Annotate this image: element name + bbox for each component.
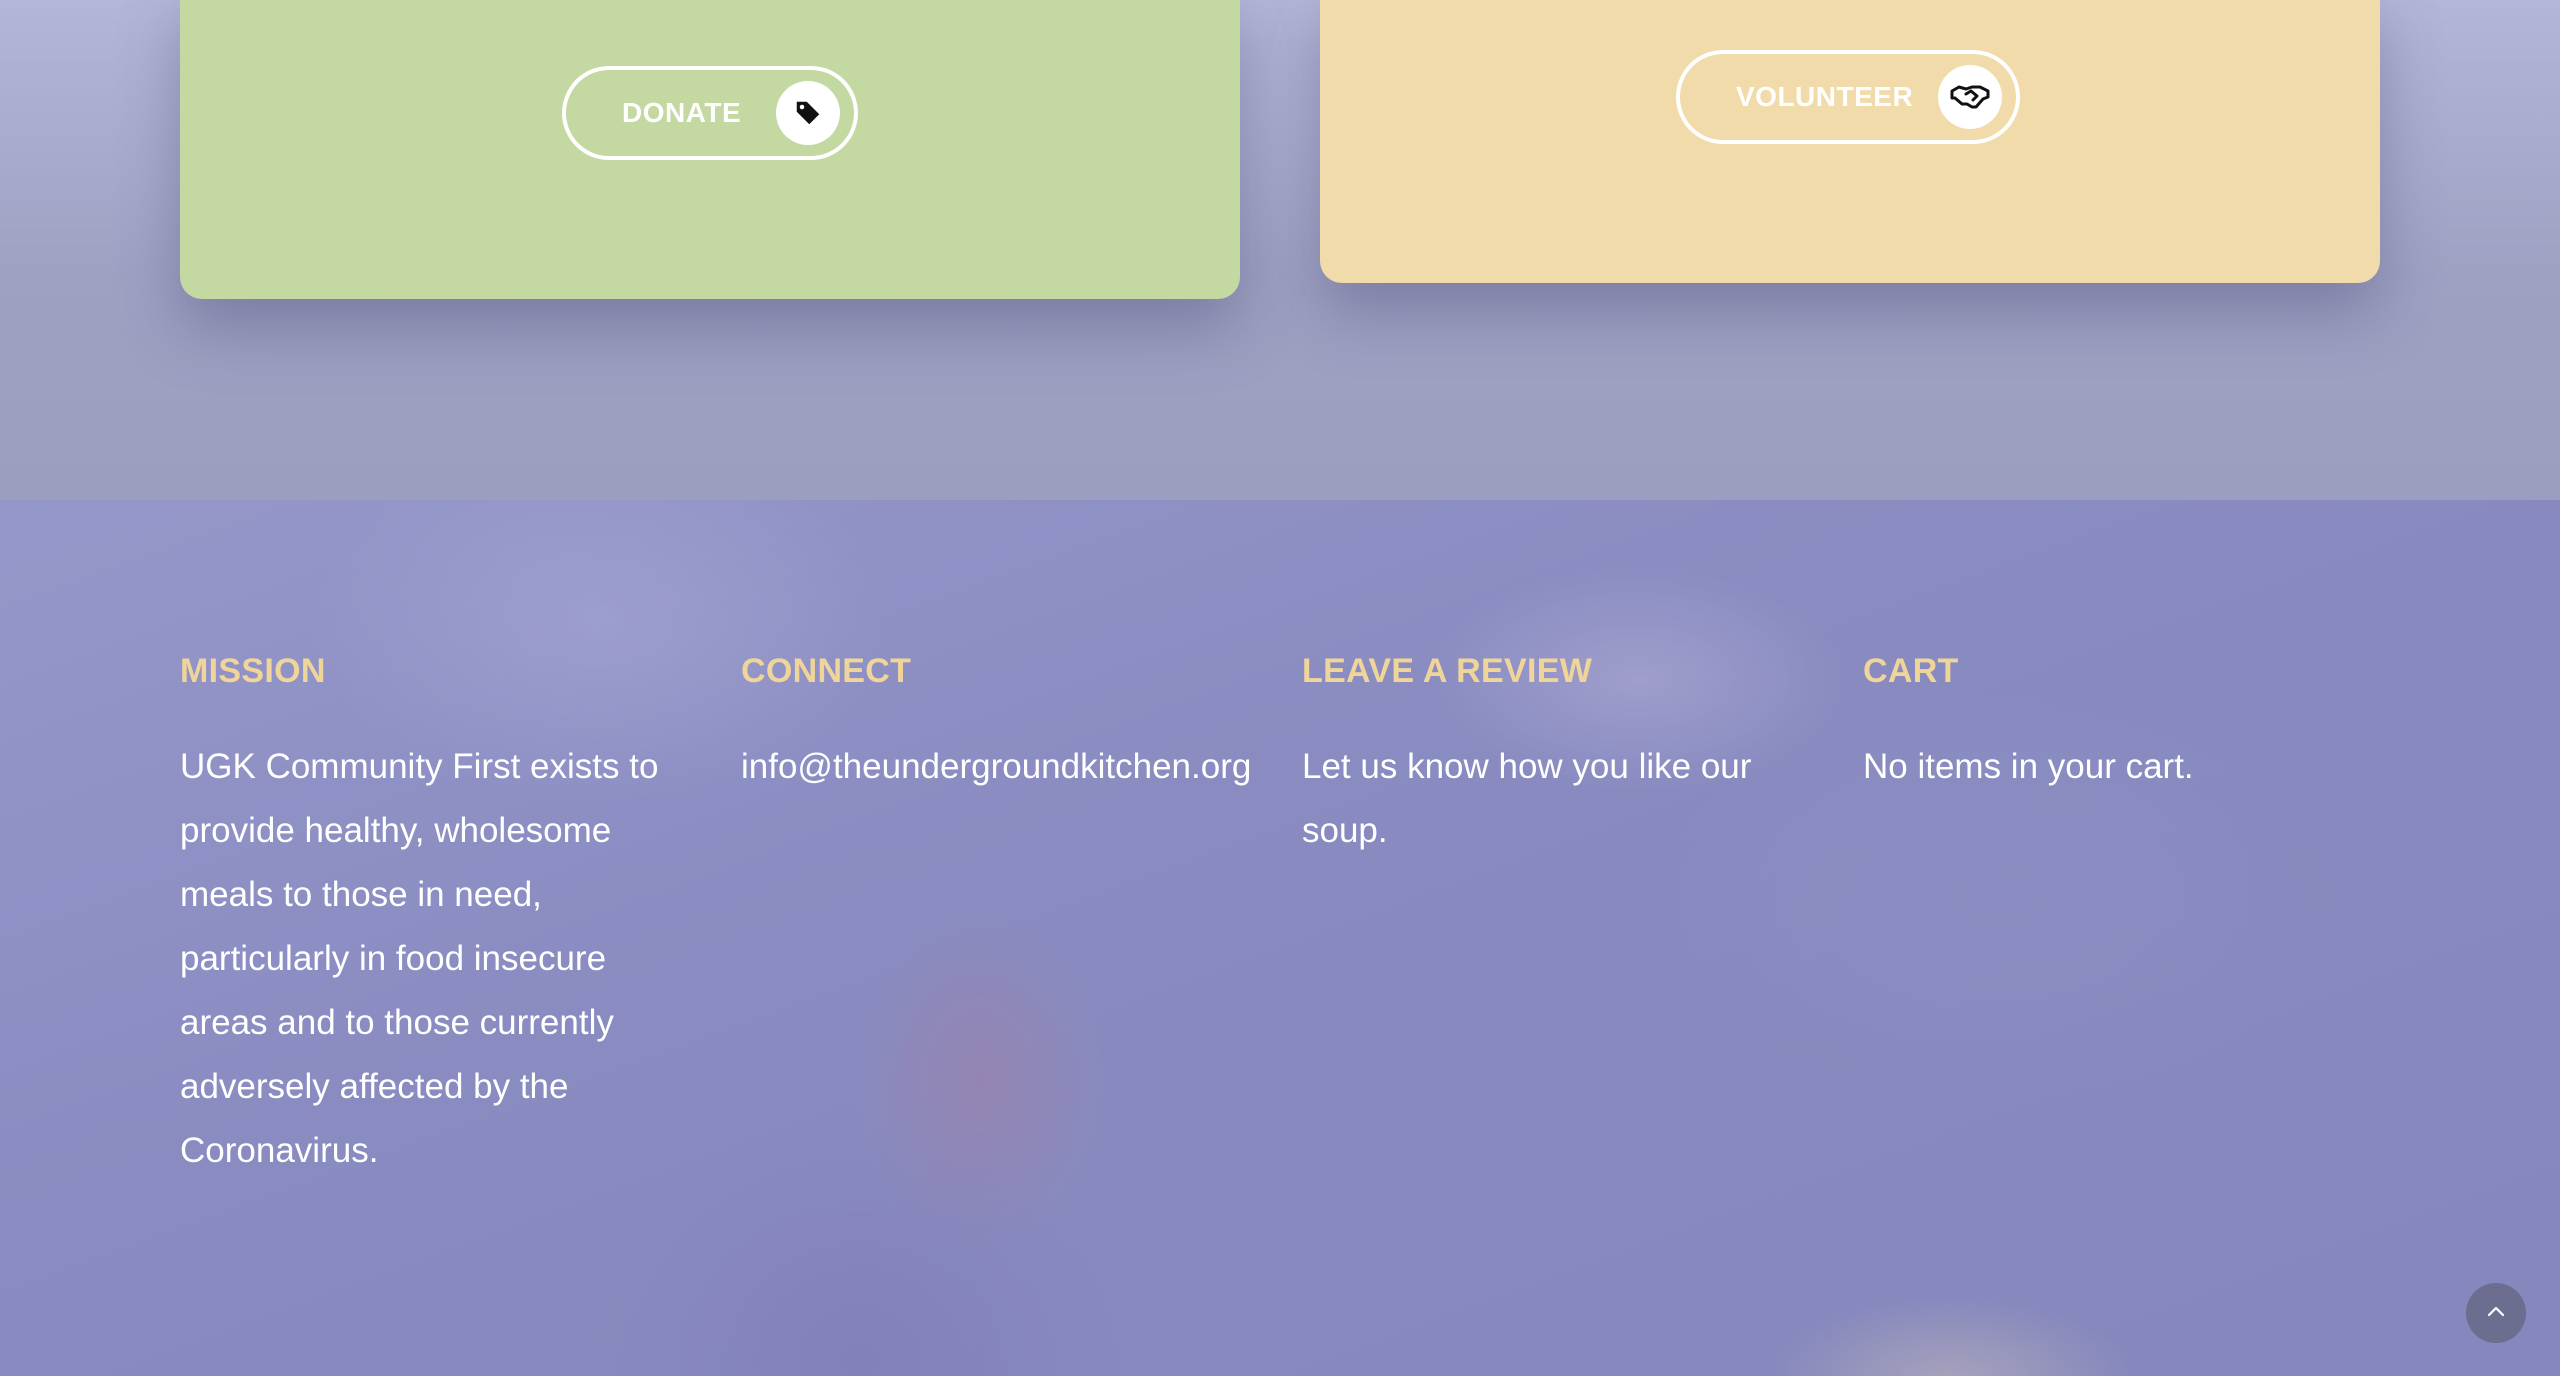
cart-heading: CART (1863, 652, 1959, 690)
back-to-top-button[interactable] (2466, 1283, 2526, 1343)
mission-text: UGK Community First exists to provide he… (180, 747, 659, 1170)
footer-connect: CONNECT info@theundergroundkitchen.org (741, 652, 1251, 799)
handshake-icon (1938, 65, 2002, 129)
connect-email-link[interactable]: info@theundergroundkitchen.org (741, 735, 1251, 799)
cta-section: DONATE VOLUNTEER (0, 0, 2560, 500)
chevron-up-icon (2487, 1304, 2505, 1322)
donate-button[interactable]: DONATE (562, 66, 858, 160)
review-heading: LEAVE A REVIEW (1302, 652, 1593, 690)
footer-mission: MISSION UGK Community First exists to pr… (180, 652, 690, 1183)
volunteer-card: VOLUNTEER (1320, 0, 2380, 283)
cart-empty-text: No items in your cart. (1863, 747, 2194, 786)
footer-cart: CART No items in your cart. (1863, 652, 2373, 799)
footer-review: LEAVE A REVIEW Let us know how you like … (1302, 652, 1812, 863)
donate-button-label: DONATE (622, 97, 742, 128)
volunteer-button[interactable]: VOLUNTEER (1676, 50, 2020, 144)
volunteer-button-label: VOLUNTEER (1736, 81, 1914, 112)
page: DONATE VOLUNTEER MISSION UGK Community F… (0, 0, 2560, 1376)
connect-heading: CONNECT (741, 652, 912, 690)
site-footer: MISSION UGK Community First exists to pr… (0, 500, 2560, 1376)
donate-card: DONATE (180, 0, 1240, 299)
mission-heading: MISSION (180, 652, 326, 690)
review-text: Let us know how you like our soup. (1302, 747, 1752, 850)
tag-icon (776, 81, 840, 145)
